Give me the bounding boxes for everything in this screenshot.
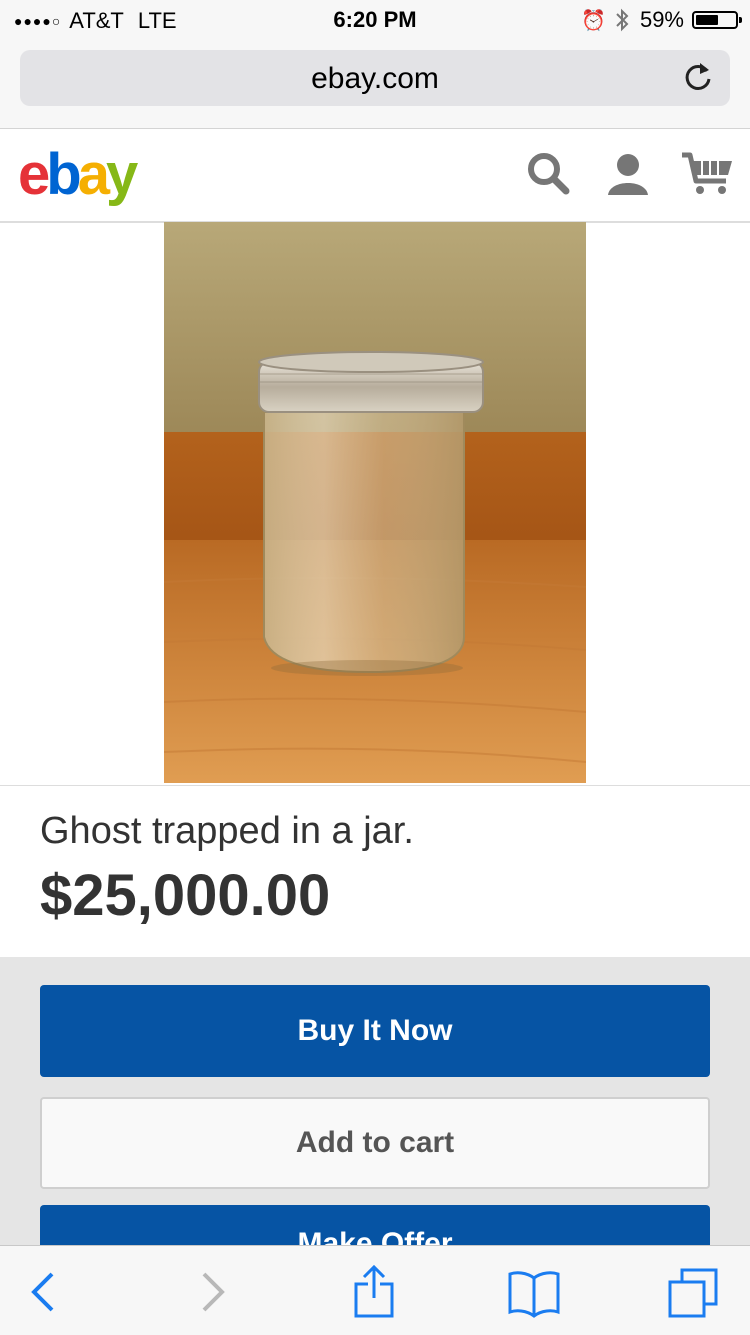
ebay-logo[interactable]: ebay — [18, 141, 138, 208]
listing-price: $25,000.00 — [40, 863, 331, 928]
browser-address-bar: ebay.com — [0, 40, 750, 129]
logo-letter-b: b — [46, 142, 81, 207]
back-icon[interactable] — [16, 1264, 72, 1320]
search-icon[interactable] — [524, 149, 572, 197]
buy-it-now-button[interactable]: Buy It Now — [40, 985, 710, 1077]
battery-fill — [696, 15, 718, 25]
logo-letter-e: e — [18, 142, 50, 207]
account-icon[interactable] — [604, 149, 652, 197]
bluetooth-icon — [616, 8, 629, 32]
battery-icon — [692, 11, 742, 29]
divider — [0, 785, 750, 786]
tabs-icon[interactable] — [664, 1264, 720, 1320]
url-text: ebay.com — [311, 62, 439, 95]
logo-letter-y: y — [105, 142, 138, 207]
status-bar: ●●●●○ AT&T LTE 6:20 PM ⏰ 59% — [0, 0, 750, 40]
product-image[interactable] — [164, 222, 586, 783]
reload-icon[interactable] — [680, 59, 716, 95]
site-header: ebay — [0, 129, 750, 223]
url-field[interactable]: ebay.com — [20, 50, 730, 106]
status-right: ⏰ 59% — [581, 7, 742, 33]
browser-toolbar — [0, 1245, 750, 1335]
battery-percent: 59% — [639, 7, 684, 32]
share-icon[interactable] — [346, 1264, 402, 1320]
bookmarks-icon[interactable] — [506, 1264, 562, 1320]
forward-icon[interactable] — [184, 1264, 240, 1320]
add-to-cart-button[interactable]: Add to cart — [40, 1097, 710, 1189]
jar-photo — [164, 222, 586, 783]
alarm-icon: ⏰ — [581, 9, 606, 32]
logo-letter-a: a — [77, 142, 110, 207]
listing-title: Ghost trapped in a jar. — [40, 810, 414, 852]
cart-icon[interactable] — [680, 149, 734, 197]
